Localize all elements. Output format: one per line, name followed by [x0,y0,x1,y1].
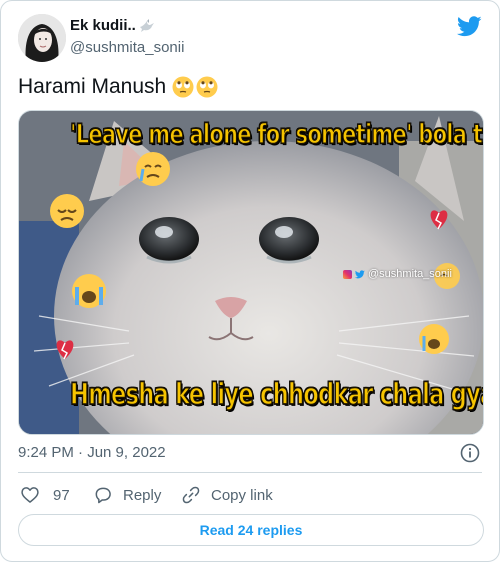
meme-watermark: @sushmita_sonii [343,268,452,280]
meme-watermark-text: @sushmita_sonii [368,268,452,280]
tweet-text-content: Harami Manush [18,75,167,98]
link-icon [182,486,200,504]
reply-label: Reply [123,486,162,504]
heart-icon [21,487,39,503]
read-replies-button[interactable]: Read 24 replies [18,514,484,546]
tweet-text: Harami Manush [18,75,218,99]
eye-roll-emoji-icon [196,76,218,98]
tweet-embed-card: Ek kudii.. @sushmita_sonii Harami Manush [0,0,500,562]
avatar[interactable] [18,14,66,62]
instagram-icon [343,269,352,279]
author-display-name[interactable]: Ek kudii.. [70,17,156,34]
meme-bottom-caption: Hmesha ke liye chhodkar chala gya. [69,376,484,411]
author-handle[interactable]: @sushmita_sonii [70,39,184,56]
reply-bubble-icon [95,487,111,504]
meme-top-caption: 'Leave me alone for sometime' bola tha. [69,118,484,150]
tweet-media-image[interactable]: 'Leave me alone for sometime' bola tha. … [18,110,484,435]
reply-button[interactable]: Reply [93,485,161,505]
dove-icon [138,18,156,34]
twitter-bird-icon [355,269,365,278]
eye-roll-emoji-icon [172,76,194,98]
author-display-name-text: Ek kudii.. [70,17,136,34]
divider [18,472,482,473]
like-button[interactable]: 97 [20,485,70,505]
tweet-timestamp[interactable]: 9:24 PM · Jun 9, 2022 [18,444,166,461]
like-count: 97 [53,486,70,504]
copy-link-button[interactable]: Copy link [181,485,273,505]
info-icon[interactable] [460,443,480,463]
twitter-logo-icon[interactable] [457,16,482,37]
copy-link-label: Copy link [211,486,273,504]
